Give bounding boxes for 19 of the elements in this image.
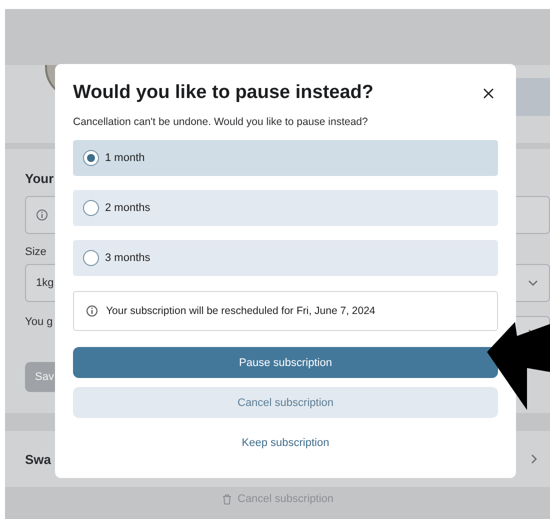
pause-option[interactable]: 3 months	[73, 240, 498, 276]
radio-button[interactable]	[83, 200, 99, 216]
pause-option[interactable]: 1 month	[73, 140, 498, 176]
quantity-label: You g	[25, 316, 53, 328]
pause-button[interactable]: Pause subscription	[73, 347, 498, 378]
notice-text: Your subscription will be rescheduled for Fri, June 7, 2024	[106, 305, 376, 317]
radio-button[interactable]	[83, 250, 99, 266]
cancel-button[interactable]: Cancel subscription	[73, 387, 498, 418]
info-icon	[36, 209, 48, 221]
trash-icon	[222, 494, 232, 504]
close-icon	[482, 88, 494, 98]
dialog-subtitle: Cancellation can't be undone. Would you like to pause instead?	[73, 116, 369, 128]
radio-button[interactable]	[83, 150, 99, 166]
pause-option[interactable]: 2 months	[73, 190, 498, 226]
keep-link[interactable]: Keep subscription	[73, 427, 498, 458]
info-icon	[86, 305, 98, 317]
size-label: Size	[25, 246, 46, 258]
dialog-title: Would you like to pause instead?	[73, 82, 374, 104]
section-heading: Your	[25, 171, 54, 186]
